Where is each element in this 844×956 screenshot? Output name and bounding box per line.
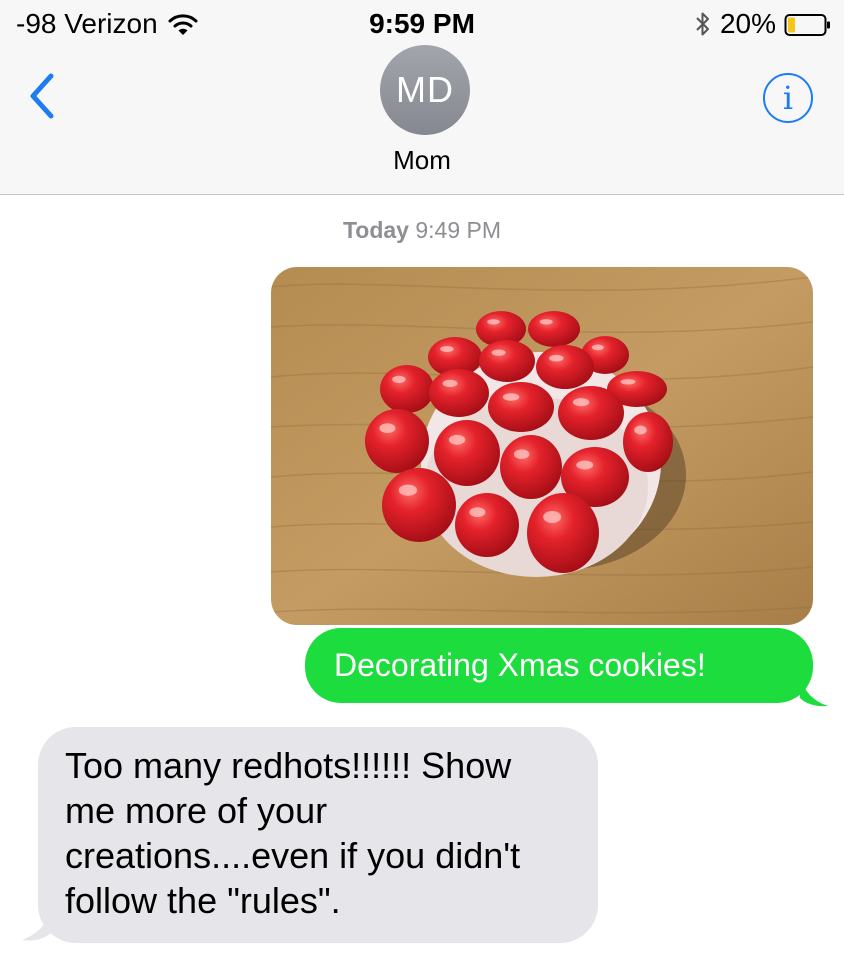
candy-highlight — [543, 511, 562, 523]
timestamp-time: 9:49 PM — [415, 217, 502, 243]
back-button[interactable] — [22, 70, 62, 126]
timestamp-day: Today — [342, 217, 409, 243]
cookie-photo — [271, 267, 813, 625]
battery-icon — [784, 12, 832, 36]
redhot-candy — [434, 420, 500, 486]
info-button[interactable]: i — [763, 73, 813, 123]
info-icon: i — [782, 79, 794, 117]
message-timestamp: Today 9:49 PM — [0, 217, 844, 244]
battery-fill — [788, 17, 795, 33]
outgoing-bubble-tail — [800, 672, 828, 707]
candy-highlight — [491, 349, 506, 356]
redhot-candy — [536, 345, 594, 389]
candy-highlight — [398, 484, 418, 496]
status-right: 20% — [694, 8, 832, 40]
candy-highlight — [591, 344, 604, 351]
incoming-message-line: creations....even if you didn't — [65, 835, 521, 876]
bluetooth-icon — [694, 10, 712, 38]
conversation-header: -98 Verizon 9:59 PM 20% MD Mom i — [0, 0, 844, 195]
battery-percent: 20% — [719, 8, 776, 39]
outgoing-message-text: Decorating Xmas cookies! — [334, 647, 706, 683]
incoming-message-line: follow the "rules". — [65, 880, 341, 921]
redhot-candy — [623, 412, 673, 472]
redhot-candy — [527, 493, 599, 573]
contact-name[interactable]: Mom — [0, 145, 844, 176]
redhot-candy — [479, 340, 535, 382]
photo-attachment[interactable] — [271, 267, 813, 625]
candy-highlight — [469, 507, 486, 517]
contact-avatar[interactable]: MD — [380, 45, 470, 135]
candy-highlight — [487, 319, 500, 325]
candy-highlight — [442, 379, 458, 387]
candy-highlight — [549, 354, 564, 362]
redhot-candy — [380, 365, 434, 413]
candy-highlight — [392, 375, 406, 383]
outgoing-message[interactable]: Decorating Xmas cookies! — [305, 628, 813, 703]
redhot-candy — [528, 311, 580, 347]
redhot-candy — [500, 435, 562, 499]
incoming-message-line: Too many redhots!!!!!! Show — [65, 745, 512, 786]
chevron-left-icon — [27, 72, 57, 125]
status-bar: -98 Verizon 9:59 PM 20% — [0, 0, 844, 48]
redhot-candy — [382, 468, 456, 542]
redhot-candy — [365, 409, 429, 473]
candy-highlight — [379, 423, 396, 433]
incoming-bubble-tail — [22, 902, 52, 941]
avatar-initials: MD — [396, 69, 454, 110]
incoming-message-line: me more of your — [65, 790, 328, 831]
incoming-message[interactable]: Too many redhots!!!!!! Show me more of y… — [38, 727, 598, 943]
candy-highlight — [620, 379, 636, 385]
redhot-candy — [488, 382, 554, 432]
candy-highlight — [502, 393, 520, 401]
candy-highlight — [513, 449, 530, 459]
candy-highlight — [572, 398, 590, 407]
candy-highlight — [539, 319, 553, 325]
candy-highlight — [448, 434, 466, 445]
redhot-candy — [429, 369, 489, 417]
candy-highlight — [440, 346, 454, 352]
redhot-candy — [558, 386, 624, 440]
candy-highlight — [576, 460, 594, 470]
candy-highlight — [634, 425, 647, 435]
redhot-candy — [455, 493, 519, 557]
